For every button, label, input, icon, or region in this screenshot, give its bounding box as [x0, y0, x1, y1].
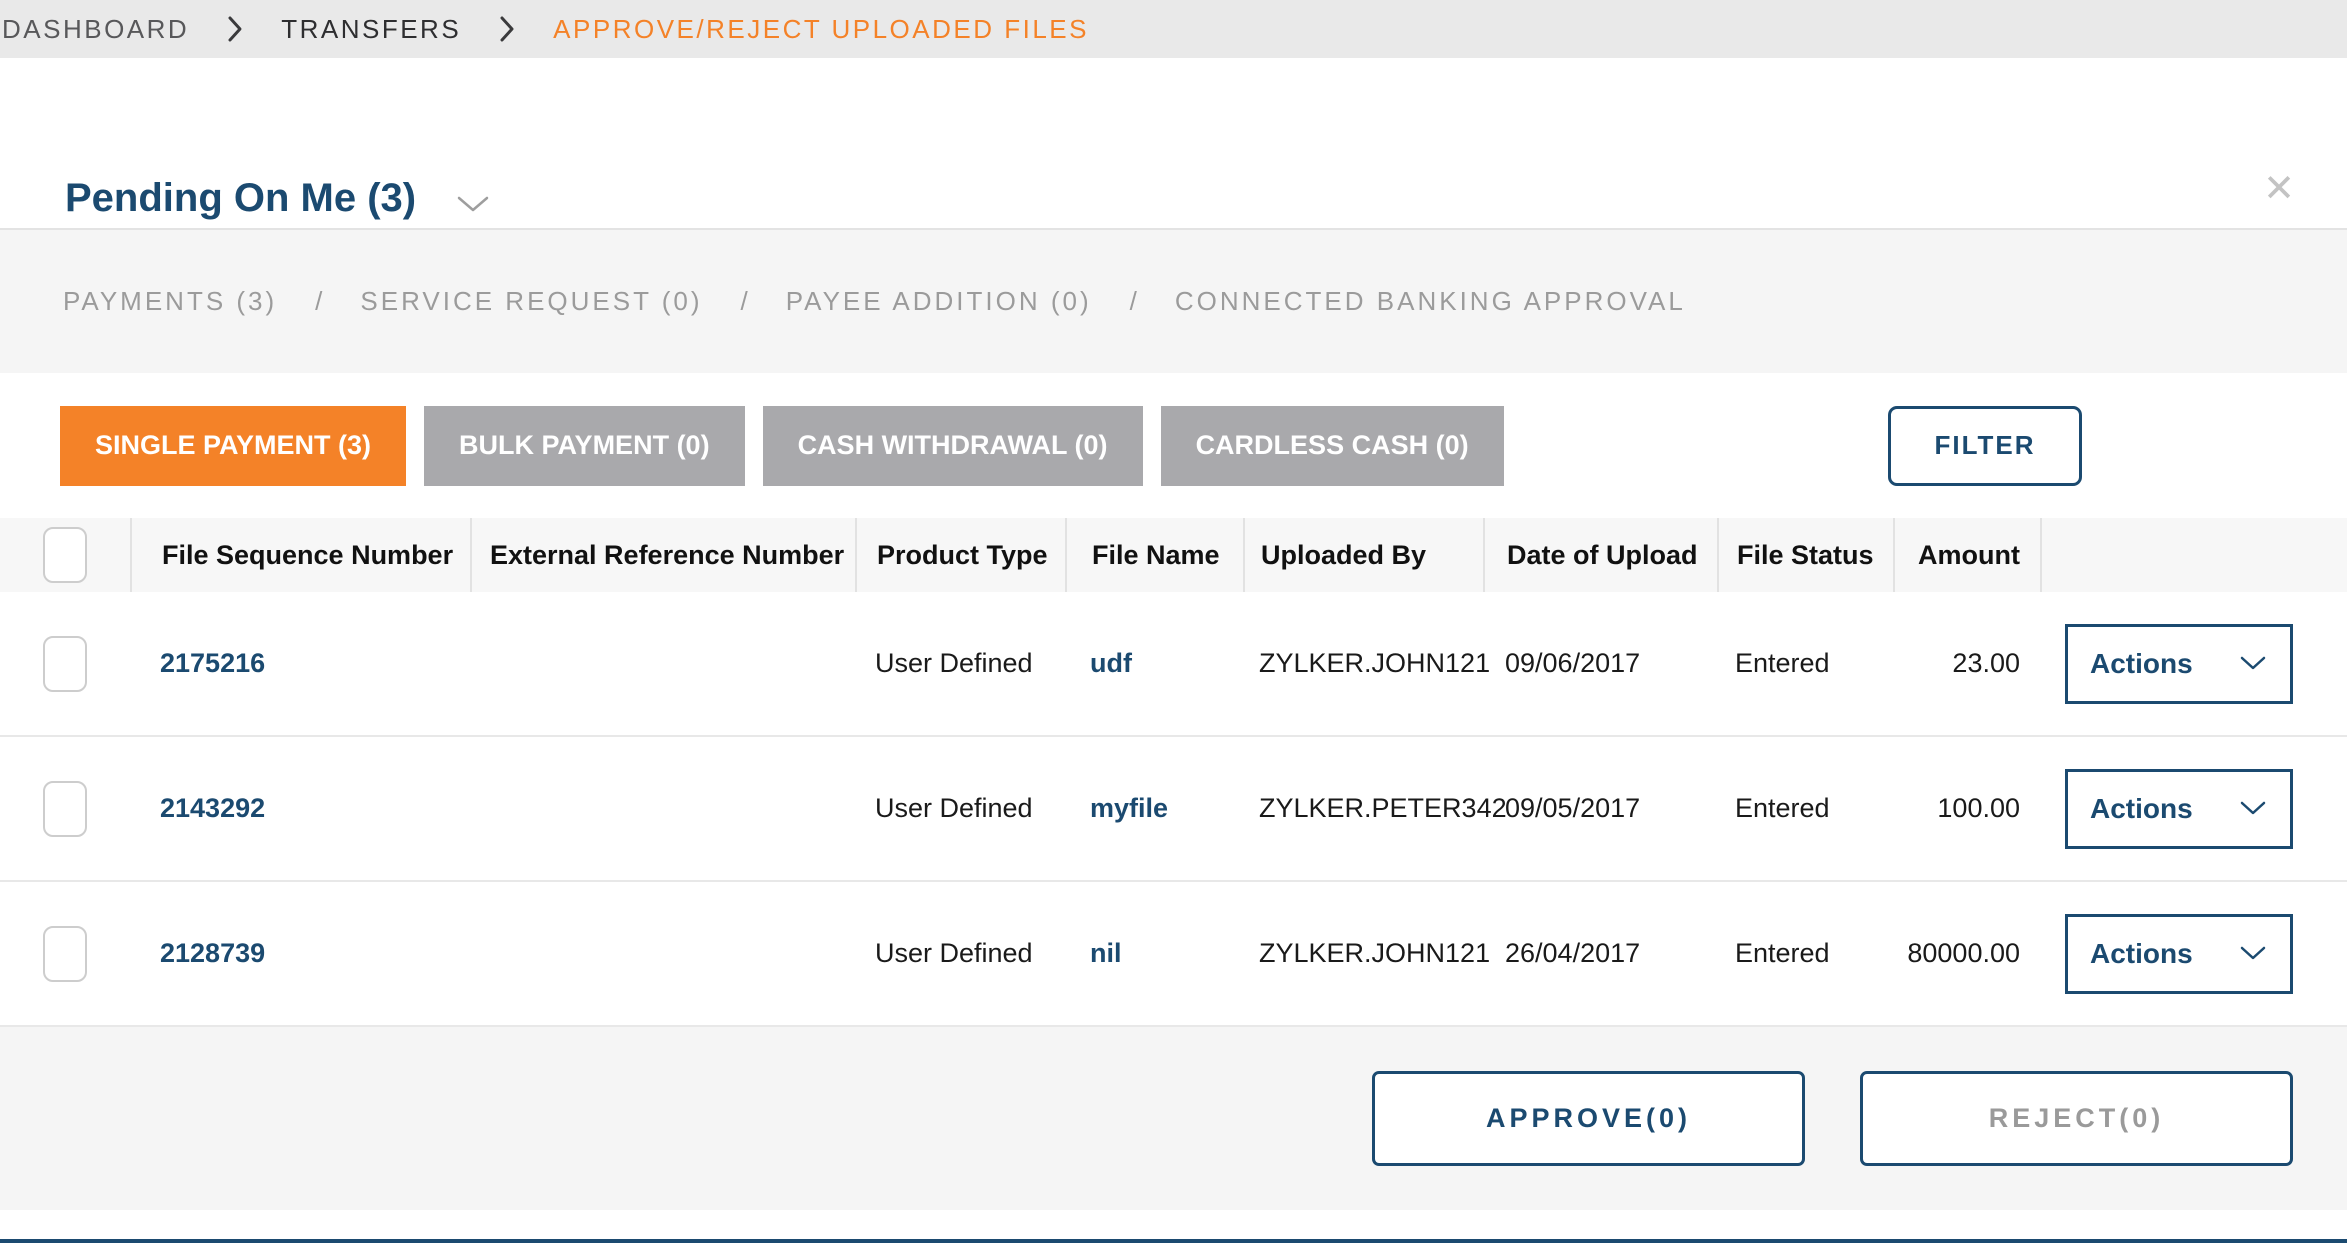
- date-of-upload-value: 26/04/2017: [1483, 938, 1717, 969]
- single-payment-button[interactable]: SINGLE PAYMENT (3): [60, 406, 406, 486]
- footer-actions-bar: APPROVE(0) REJECT(0): [0, 1027, 2347, 1210]
- row-checkbox[interactable]: [43, 636, 87, 692]
- date-of-upload-value: 09/05/2017: [1483, 793, 1717, 824]
- cash-withdrawal-button[interactable]: CASH WITHDRAWAL (0): [763, 406, 1143, 486]
- actions-button[interactable]: Actions: [2065, 624, 2293, 704]
- column-header-file-sequence-number: File Sequence Number: [130, 518, 470, 592]
- file-sequence-number-link[interactable]: 2128739: [130, 938, 470, 969]
- file-status-value: Entered: [1717, 793, 1893, 824]
- row-select-cell: [0, 926, 130, 982]
- row-checkbox[interactable]: [43, 781, 87, 837]
- table-row: 2128739 User Defined nil ZYLKER.JOHN121 …: [0, 882, 2347, 1027]
- column-header-uploaded-by: Uploaded By: [1243, 518, 1483, 592]
- column-header-file-name: File Name: [1065, 518, 1243, 592]
- chevron-right-icon: [227, 15, 243, 43]
- breadcrumb-item-dashboard[interactable]: DASHBOARD: [2, 14, 189, 45]
- breadcrumb-item-transfers[interactable]: TRANSFERS: [281, 14, 461, 45]
- row-checkbox[interactable]: [43, 926, 87, 982]
- file-status-value: Entered: [1717, 648, 1893, 679]
- breadcrumb-item-approve-reject-uploaded-files: APPROVE/REJECT UPLOADED FILES: [553, 14, 1089, 45]
- column-header-date-of-upload: Date of Upload: [1483, 518, 1717, 592]
- approve-button[interactable]: APPROVE(0): [1372, 1071, 1805, 1166]
- date-of-upload-value: 09/06/2017: [1483, 648, 1717, 679]
- page-header: Pending On Me (3) ✕: [0, 58, 2347, 228]
- category-tabs: PAYMENTS (3) / SERVICE REQUEST (0) / PAY…: [0, 228, 2347, 373]
- amount-value: 80000.00: [1893, 938, 2040, 969]
- product-type-value: User Defined: [855, 648, 1065, 679]
- column-header-product-type: Product Type: [855, 518, 1065, 592]
- file-name-link[interactable]: udf: [1065, 648, 1243, 679]
- column-header-actions: [2040, 518, 2347, 592]
- actions-button[interactable]: Actions: [2065, 769, 2293, 849]
- chevron-down-icon: [2240, 801, 2266, 816]
- product-type-value: User Defined: [855, 938, 1065, 969]
- filter-button[interactable]: FILTER: [1888, 406, 2082, 486]
- payment-type-toolbar: SINGLE PAYMENT (3) BULK PAYMENT (0) CASH…: [0, 373, 2347, 518]
- page-title: Pending On Me (3): [65, 176, 416, 221]
- chevron-down-icon: [2240, 946, 2266, 961]
- actions-button-label: Actions: [2090, 938, 2193, 970]
- close-icon[interactable]: ✕: [2263, 170, 2295, 208]
- bulk-payment-button[interactable]: BULK PAYMENT (0): [424, 406, 745, 486]
- file-status-value: Entered: [1717, 938, 1893, 969]
- actions-button-label: Actions: [2090, 648, 2193, 680]
- reject-button[interactable]: REJECT(0): [1860, 1071, 2293, 1166]
- table-row: 2143292 User Defined myfile ZYLKER.PETER…: [0, 737, 2347, 882]
- chevron-down-icon: [2240, 656, 2266, 671]
- select-all-checkbox[interactable]: [43, 527, 87, 583]
- tab-payee-addition[interactable]: PAYEE ADDITION (0): [786, 286, 1092, 317]
- approve-reject-uploaded-files-page: DASHBOARD TRANSFERS APPROVE/REJECT UPLOA…: [0, 0, 2347, 1243]
- uploaded-by-value: ZYLKER.JOHN121: [1243, 938, 1483, 969]
- file-name-link[interactable]: nil: [1065, 938, 1243, 969]
- chevron-right-icon: [499, 15, 515, 43]
- select-all-cell: [0, 518, 130, 592]
- uploaded-by-value: ZYLKER.PETER342: [1243, 793, 1483, 824]
- row-select-cell: [0, 781, 130, 837]
- column-header-external-reference-number: External Reference Number: [470, 518, 855, 592]
- bottom-bar: [0, 1239, 2347, 1243]
- amount-value: 100.00: [1893, 793, 2040, 824]
- amount-value: 23.00: [1893, 648, 2040, 679]
- tab-payments[interactable]: PAYMENTS (3): [63, 286, 277, 317]
- actions-cell: Actions: [2040, 914, 2347, 994]
- tab-connected-banking-approval[interactable]: CONNECTED BANKING APPROVAL: [1175, 286, 1686, 317]
- table-header-row: File Sequence Number External Reference …: [0, 518, 2347, 592]
- tab-separator: /: [315, 286, 322, 317]
- file-name-link[interactable]: myfile: [1065, 793, 1243, 824]
- column-header-file-status: File Status: [1717, 518, 1893, 592]
- column-header-amount: Amount: [1893, 518, 2040, 592]
- file-sequence-number-link[interactable]: 2175216: [130, 648, 470, 679]
- table-row: 2175216 User Defined udf ZYLKER.JOHN121 …: [0, 592, 2347, 737]
- tab-separator: /: [741, 286, 748, 317]
- tab-service-request[interactable]: SERVICE REQUEST (0): [360, 286, 702, 317]
- file-sequence-number-link[interactable]: 2143292: [130, 793, 470, 824]
- actions-button-label: Actions: [2090, 793, 2193, 825]
- uploaded-by-value: ZYLKER.JOHN121: [1243, 648, 1483, 679]
- actions-cell: Actions: [2040, 769, 2347, 849]
- cardless-cash-button[interactable]: CARDLESS CASH (0): [1161, 406, 1504, 486]
- bottom-strip: [0, 1210, 2347, 1239]
- row-select-cell: [0, 636, 130, 692]
- actions-cell: Actions: [2040, 624, 2347, 704]
- actions-button[interactable]: Actions: [2065, 914, 2293, 994]
- chevron-down-icon[interactable]: [456, 195, 490, 213]
- product-type-value: User Defined: [855, 793, 1065, 824]
- tab-separator: /: [1130, 286, 1137, 317]
- breadcrumb: DASHBOARD TRANSFERS APPROVE/REJECT UPLOA…: [0, 0, 2347, 58]
